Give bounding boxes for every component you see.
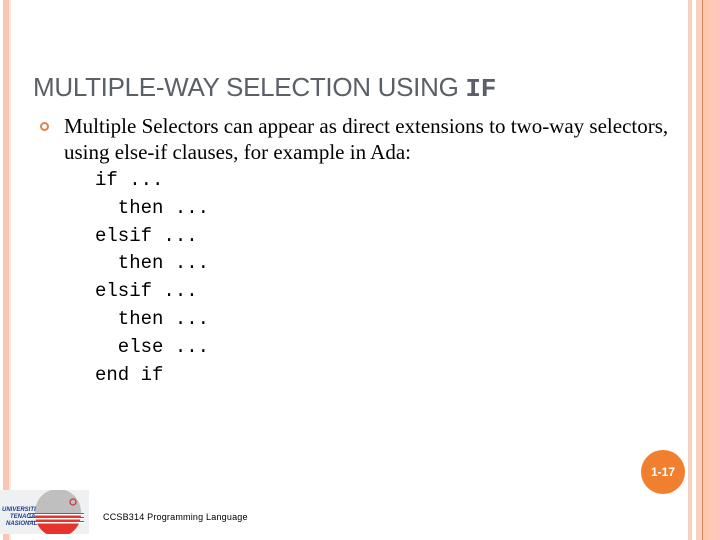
right-border-stripe: [688, 0, 692, 540]
logo-text-line: UNIVERSITI: [2, 507, 36, 513]
university-logo: UNIVERSITI TENAGA NASIONAL: [0, 490, 89, 534]
slide-title-text: MULTIPLE-WAY SELECTION USING: [33, 72, 466, 102]
code-line: end if: [95, 363, 164, 386]
footer-course-label: CCSB314 Programming Language: [103, 512, 248, 522]
bullet-icon: [40, 122, 49, 131]
right-border-stripe: [709, 0, 720, 540]
code-block: if ... then ... elsif ... then ... elsif .…: [95, 167, 209, 389]
code-line: if ...: [95, 169, 164, 191]
slide-title: MULTIPLE-WAY SELECTION USING IF: [33, 72, 496, 104]
code-line: else ...: [95, 335, 210, 358]
code-line: elsif ...: [95, 224, 198, 247]
code-line: elsif ...: [95, 280, 198, 303]
logo-text-line: NASIONAL: [6, 521, 38, 527]
page-number-badge: 1-17: [641, 450, 685, 494]
slide-title-code: IF: [465, 74, 497, 104]
left-border-fade: [9, 0, 11, 540]
code-line: then ...: [95, 307, 210, 330]
bullet-text: Multiple Selectors can appear as direct …: [64, 114, 669, 164]
code-line: then ...: [95, 252, 210, 275]
logo-text-line: TENAGA: [10, 514, 35, 520]
code-line: then ...: [95, 196, 210, 219]
